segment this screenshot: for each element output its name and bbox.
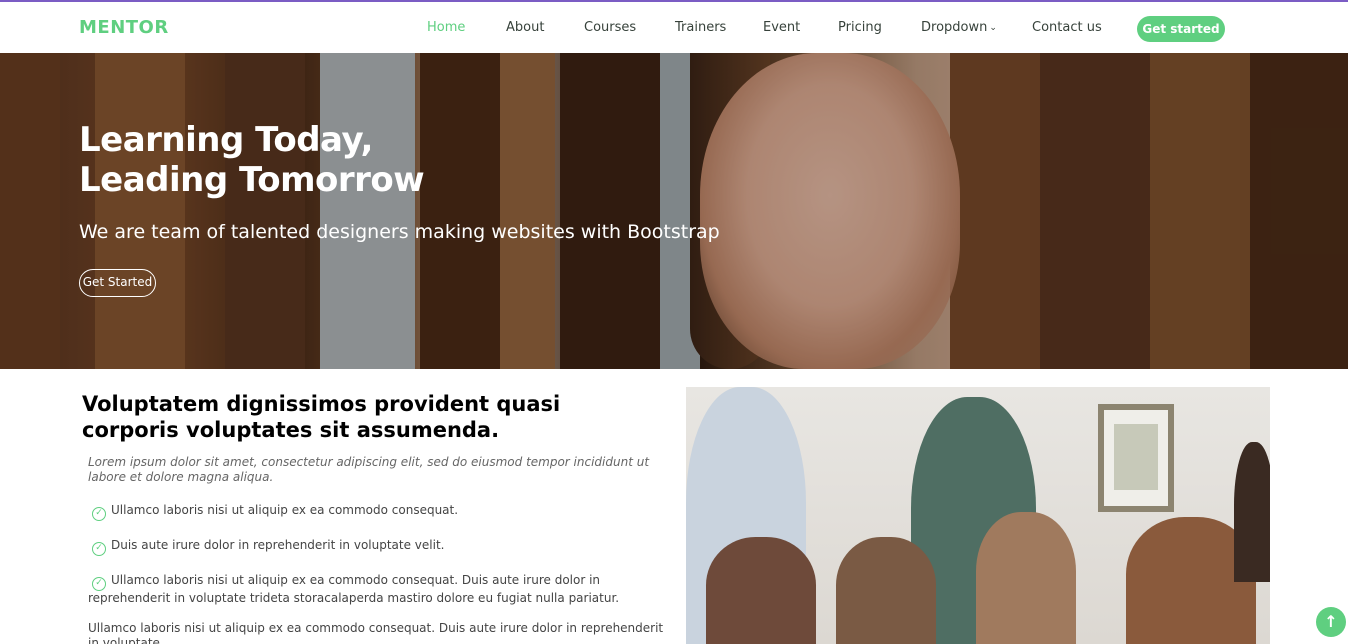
nav-trainers[interactable]: Trainers [675,20,726,35]
hero-title-line-1: Learning Today, [79,120,373,160]
chevron-down-icon: ⌄ [989,23,997,33]
check-circle-icon: ✓ [92,577,106,591]
nav-courses[interactable]: Courses [584,20,636,35]
hero-section: Learning Today, Leading Tomorrow We are … [0,53,1348,369]
hero-title: Learning Today, Leading Tomorrow [79,120,425,200]
hero-title-line-2: Leading Tomorrow [79,160,425,200]
photo-person [976,512,1076,644]
check-list-item: ✓ Duis aute irure dolor in reprehenderit … [88,538,668,556]
logo[interactable]: MENTOR [79,17,169,38]
check-circle-icon: ✓ [92,542,106,556]
hero-get-started-button[interactable]: Get Started [79,269,156,297]
check-list-item: ✓ Ullamco laboris nisi ut aliquip ex ea c… [88,573,668,606]
nav-contact[interactable]: Contact us [1032,20,1102,35]
nav-dropdown[interactable]: Dropdown ⌄ [921,20,997,35]
nav-dropdown-label: Dropdown [921,20,988,35]
get-started-button[interactable]: Get started [1137,16,1225,42]
site-header: MENTOR Home About Courses Trainers Event… [0,2,1348,53]
about-title: Voluptatem dignissimos provident quasi c… [82,392,561,442]
photo-person [836,537,936,644]
check-list-text: Duis aute irure dolor in reprehenderit i… [111,538,445,552]
check-circle-icon: ✓ [92,507,106,521]
hero-subtitle: We are team of talented designers making… [79,221,720,243]
nav-about[interactable]: About [506,20,544,35]
photo-person [706,537,816,644]
photo-person [1234,442,1270,582]
nav-event[interactable]: Event [763,20,800,35]
hero-overlay [0,53,1348,369]
about-photo [686,387,1270,644]
photo-wall-frame [1098,404,1174,512]
nav-pricing[interactable]: Pricing [838,20,882,35]
about-paragraph: Ullamco laboris nisi ut aliquip ex ea co… [88,621,664,644]
check-list-item: ✓ Ullamco laboris nisi ut aliquip ex ea c… [88,503,668,521]
check-list-text: Ullamco laboris nisi ut aliquip ex ea co… [111,503,459,517]
check-list-text: Ullamco laboris nisi ut aliquip ex ea co… [88,573,620,605]
arrow-up-icon[interactable]: ↑ [1316,607,1346,637]
about-lead: Lorem ipsum dolor sit amet, consectetur … [88,455,650,484]
nav-home[interactable]: Home [427,20,465,35]
